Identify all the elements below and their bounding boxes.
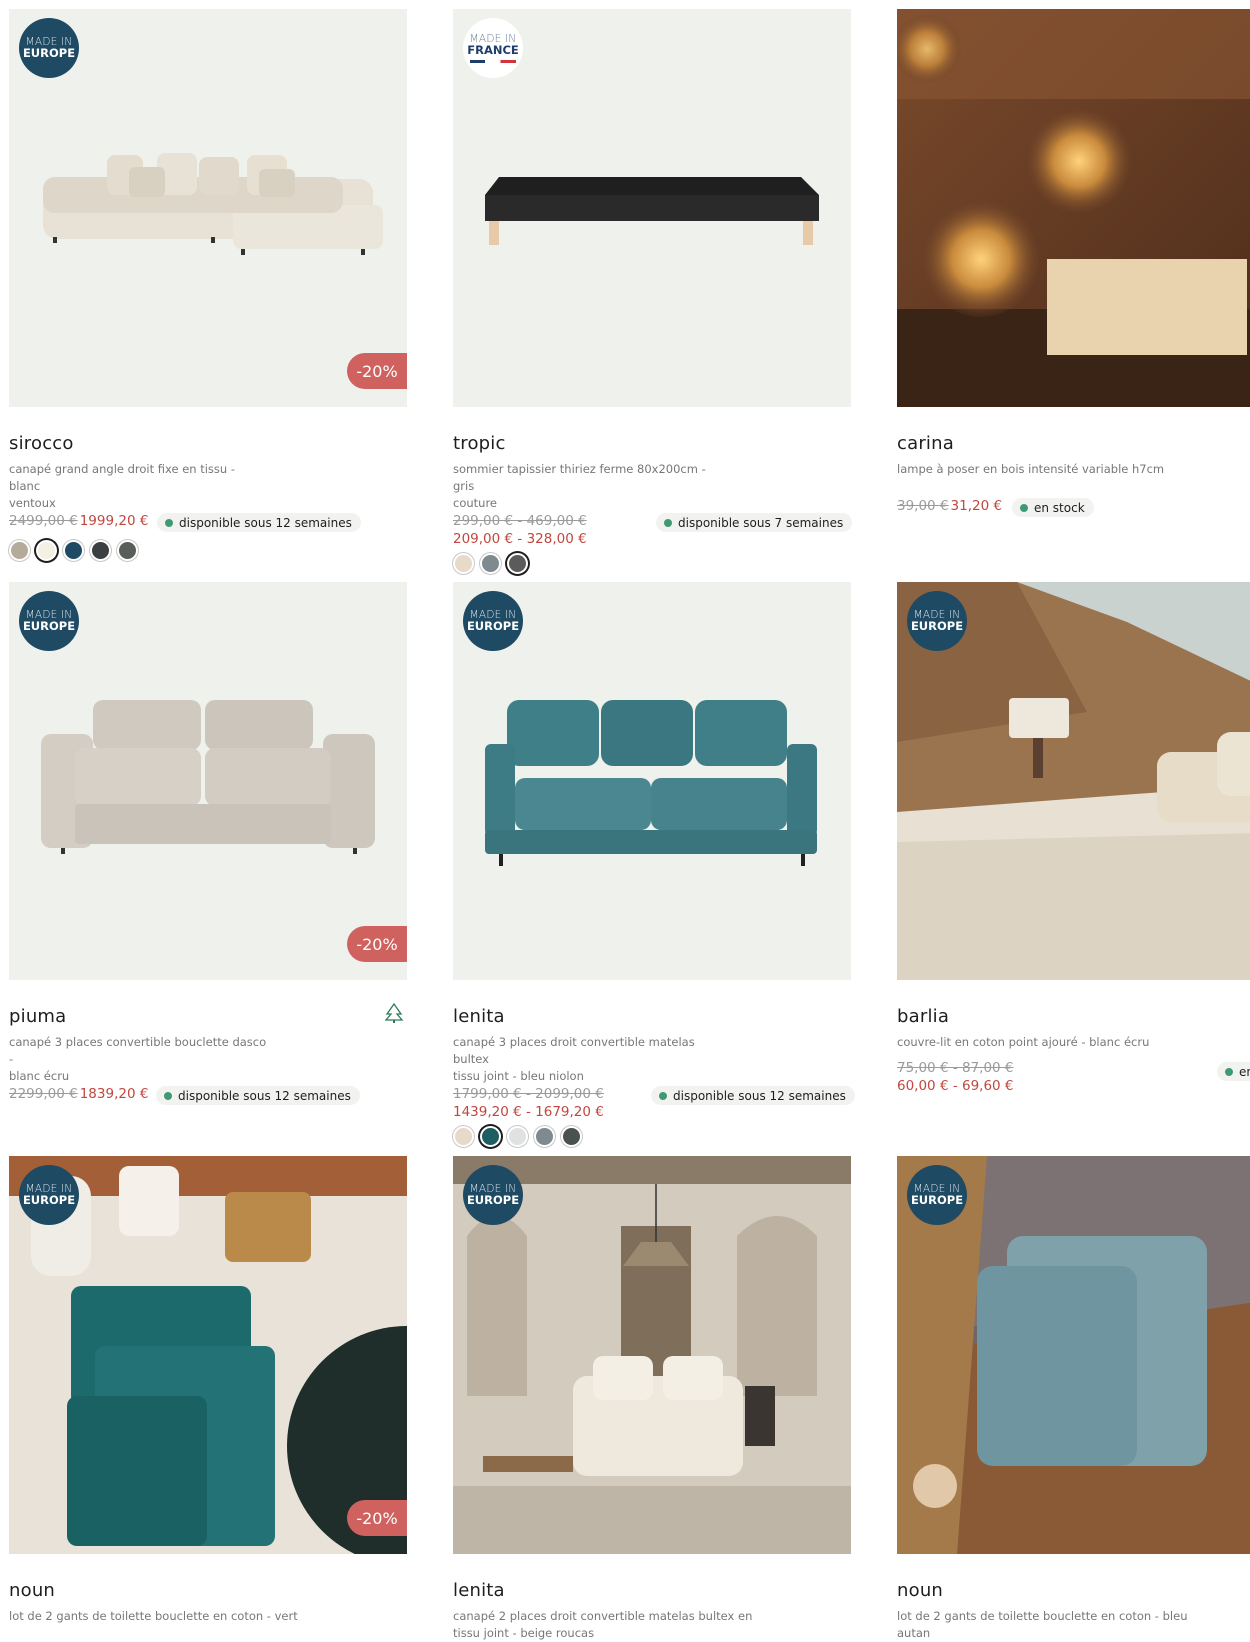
status-dot-icon: [165, 518, 173, 527]
old-price: 2499,00 €: [9, 513, 78, 529]
status-dot-icon: [659, 1091, 667, 1100]
product-name[interactable]: piuma: [9, 1006, 66, 1027]
fsc-label-icon: [384, 1002, 404, 1023]
sale-price: 1439,20 € - 1679,20 €: [453, 1104, 604, 1120]
product-name[interactable]: noun: [9, 1580, 55, 1601]
product-name[interactable]: lenita: [453, 1006, 505, 1027]
color-swatches: [453, 1126, 588, 1147]
color-swatch[interactable]: [534, 1126, 555, 1147]
color-swatches: [9, 540, 144, 561]
product-image[interactable]: MADE IN EUROPE: [897, 1156, 1250, 1554]
sale-price: 31,20 €: [950, 498, 1003, 514]
product-name[interactable]: carina: [897, 433, 954, 454]
product-image[interactable]: MADE IN EUROPE: [897, 582, 1250, 980]
color-swatch[interactable]: [453, 1126, 474, 1147]
availability-badge: disponible sous 7 semaines: [656, 513, 853, 532]
product-image[interactable]: MADE IN EUROPE -20%: [9, 582, 407, 980]
made-in-europe-badge: MADE IN EUROPE: [463, 1165, 523, 1225]
made-in-europe-badge: MADE IN EUROPE: [907, 591, 967, 651]
product-price: 75,00 € - 87,00 € 60,00 € - 69,60 €: [897, 1060, 1016, 1095]
product-description: lot de 2 gants de toilette bouclette en …: [9, 1609, 298, 1623]
availability-badge: disponible sous 12 semaines: [156, 1086, 360, 1105]
availability-badge: disponible sous 12 semaines: [157, 513, 361, 532]
color-swatch[interactable]: [117, 540, 138, 561]
lamp-photo: [897, 9, 1250, 407]
product-name[interactable]: tropic: [453, 433, 506, 454]
discount-badge: -20%: [347, 353, 407, 389]
status-dot-icon: [1225, 1067, 1233, 1076]
product-price: 299,00 € - 469,00 € 209,00 € - 328,00 €: [453, 513, 589, 548]
made-in-europe-badge: MADE IN EUROPE: [463, 591, 523, 651]
product-description: lampe à poser en bois intensité variable…: [897, 462, 1165, 476]
color-swatch-selected[interactable]: [36, 540, 57, 561]
old-price: 75,00 € - 87,00 €: [897, 1060, 1014, 1076]
product-image[interactable]: [897, 9, 1250, 407]
product-price: 2499,00 €1999,20 €: [9, 513, 148, 530]
product-description: sommier tapissier thiriez ferme 80x200cm…: [453, 462, 706, 510]
discount-badge: -20%: [347, 1500, 407, 1536]
product-name[interactable]: noun: [897, 1580, 943, 1601]
color-swatch-selected[interactable]: [480, 1126, 501, 1147]
made-in-europe-badge: MADE IN EUROPE: [19, 1165, 79, 1225]
color-swatch[interactable]: [90, 540, 111, 561]
product-description: couvre-lit en coton point ajouré - blanc…: [897, 1035, 1150, 1049]
color-swatch[interactable]: [453, 553, 474, 574]
product-name[interactable]: sirocco: [9, 433, 74, 454]
old-price: 2299,00 €: [9, 1086, 78, 1102]
color-swatches: [453, 553, 534, 574]
product-description: canapé 3 places droit convertible matela…: [453, 1035, 695, 1083]
france-flag-icon: [470, 59, 516, 63]
product-name[interactable]: barlia: [897, 1006, 949, 1027]
product-description: canapé grand angle droit fixe en tissu -…: [9, 462, 236, 510]
sale-price: 60,00 € - 69,60 €: [897, 1078, 1014, 1094]
product-name[interactable]: lenita: [453, 1580, 505, 1601]
product-image[interactable]: MADE IN EUROPE -20%: [9, 1156, 407, 1554]
color-swatch[interactable]: [561, 1126, 582, 1147]
color-swatch-selected[interactable]: [507, 553, 528, 574]
availability-badge: en: [1217, 1062, 1250, 1081]
color-swatch[interactable]: [9, 540, 30, 561]
old-price: 299,00 € - 469,00 €: [453, 513, 587, 529]
old-price: 39,00 €: [897, 498, 949, 514]
availability-badge: disponible sous 12 semaines: [651, 1086, 855, 1105]
made-in-france-badge: MADE IN FRANCE: [463, 18, 523, 78]
product-price: 2299,00 €1839,20 €: [9, 1086, 148, 1103]
product-image[interactable]: MADE IN EUROPE -20%: [9, 9, 407, 407]
color-swatch[interactable]: [507, 1126, 528, 1147]
product-price: 1799,00 € - 2099,00 € 1439,20 € - 1679,2…: [453, 1086, 606, 1121]
color-swatch[interactable]: [480, 553, 501, 574]
product-image[interactable]: MADE IN EUROPE: [453, 1156, 851, 1554]
availability-badge: en stock: [1012, 498, 1094, 517]
product-description: canapé 3 places convertible bouclette da…: [9, 1035, 267, 1083]
sale-price: 1999,20 €: [79, 513, 149, 529]
made-in-europe-badge: MADE IN EUROPE: [19, 18, 79, 78]
sale-price: 209,00 € - 328,00 €: [453, 531, 587, 547]
sale-price: 1839,20 €: [79, 1086, 149, 1102]
product-price: 39,00 €31,20 €: [897, 498, 1002, 515]
made-in-europe-badge: MADE IN EUROPE: [19, 591, 79, 651]
status-dot-icon: [664, 518, 672, 527]
product-image[interactable]: MADE IN FRANCE: [453, 9, 851, 407]
product-image[interactable]: MADE IN EUROPE: [453, 582, 851, 980]
color-swatch[interactable]: [63, 540, 84, 561]
made-in-europe-badge: MADE IN EUROPE: [907, 1165, 967, 1225]
discount-badge: -20%: [347, 926, 407, 962]
old-price: 1799,00 € - 2099,00 €: [453, 1086, 604, 1102]
status-dot-icon: [1020, 503, 1028, 512]
status-dot-icon: [164, 1091, 172, 1100]
